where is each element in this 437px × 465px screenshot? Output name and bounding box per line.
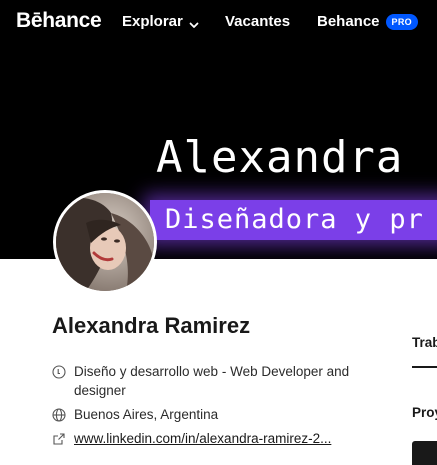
info-circle-icon <box>52 365 66 379</box>
banner-title: Alexandra <box>156 132 404 183</box>
nav-jobs[interactable]: Vacantes <box>225 13 290 30</box>
project-card[interactable] <box>412 441 437 465</box>
nav-explore-label: Explorar <box>122 13 183 30</box>
location-row: Buenos Aires, Argentina <box>52 405 218 424</box>
occupation-text: Diseño y desarrollo web - Web Developer … <box>74 364 350 398</box>
projects-section-label: Proy <box>412 405 437 420</box>
avatar[interactable] <box>53 190 157 294</box>
location-text: Buenos Aires, Argentina <box>74 407 219 422</box>
behance-logo[interactable]: Bēhance <box>16 9 102 33</box>
globe-icon <box>52 408 66 422</box>
occupation-row: Diseño y desarrollo web - Web Developer … <box>52 362 352 400</box>
banner-subtitle: Diseñadora y pr <box>165 204 424 235</box>
top-nav: Bēhance Explorar Vacantes Behance PRO <box>0 0 437 48</box>
profile-name: Alexandra Ramirez <box>52 313 251 338</box>
nav-explore[interactable]: Explorar <box>122 13 199 30</box>
profile-link[interactable]: www.linkedin.com/in/alexandra-ramirez-2.… <box>74 429 331 448</box>
external-link-icon <box>52 432 66 446</box>
nav-behance-label: Behance <box>317 13 380 30</box>
chevron-down-icon <box>189 17 199 28</box>
nav-behance-pro[interactable]: Behance PRO <box>317 13 418 30</box>
pro-badge: PRO <box>385 13 418 30</box>
tab-work[interactable]: Trab <box>412 335 437 350</box>
nav-jobs-label: Vacantes <box>225 13 291 30</box>
active-tab-indicator <box>412 366 437 368</box>
link-row[interactable]: www.linkedin.com/in/alexandra-ramirez-2.… <box>52 429 331 448</box>
